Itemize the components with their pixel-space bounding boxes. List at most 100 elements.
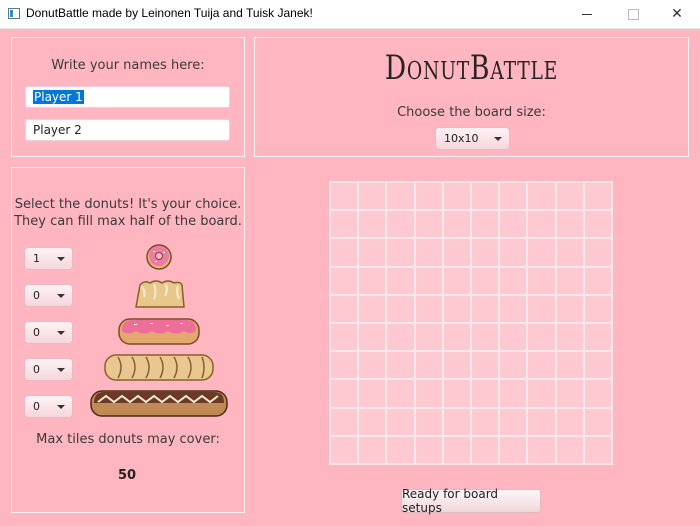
board-cell[interactable] <box>555 182 584 211</box>
board-cell[interactable] <box>499 238 528 267</box>
board-cell[interactable] <box>330 435 359 464</box>
board-cell[interactable] <box>583 407 612 436</box>
board-cell[interactable] <box>527 266 556 295</box>
board-cell[interactable] <box>330 351 359 380</box>
board-cell[interactable] <box>527 407 556 436</box>
board-cell[interactable] <box>555 407 584 436</box>
board-cell[interactable] <box>414 323 443 352</box>
board-cell[interactable] <box>583 294 612 323</box>
board-cell[interactable] <box>358 351 387 380</box>
board-cell[interactable] <box>555 323 584 352</box>
board-cell[interactable] <box>358 266 387 295</box>
board-cell[interactable] <box>583 351 612 380</box>
board-cell[interactable] <box>583 238 612 267</box>
board-cell[interactable] <box>471 407 500 436</box>
close-button[interactable]: ✕ <box>654 0 700 28</box>
board-cell[interactable] <box>499 266 528 295</box>
maximize-button[interactable] <box>610 0 656 28</box>
board-cell[interactable] <box>583 210 612 239</box>
board-cell[interactable] <box>471 182 500 211</box>
board-cell[interactable] <box>555 379 584 408</box>
board-cell[interactable] <box>330 323 359 352</box>
board-cell[interactable] <box>358 182 387 211</box>
board-cell[interactable] <box>386 210 415 239</box>
board-cell[interactable] <box>471 351 500 380</box>
board-cell[interactable] <box>442 435 471 464</box>
board-cell[interactable] <box>330 407 359 436</box>
board-cell[interactable] <box>471 210 500 239</box>
board-cell[interactable] <box>330 379 359 408</box>
board-cell[interactable] <box>583 182 612 211</box>
donut-count-select-4[interactable]: 0 <box>24 358 73 381</box>
board-cell[interactable] <box>527 294 556 323</box>
board-cell[interactable] <box>471 294 500 323</box>
board-cell[interactable] <box>527 379 556 408</box>
board-cell[interactable] <box>414 210 443 239</box>
board-cell[interactable] <box>527 351 556 380</box>
board-cell[interactable] <box>414 351 443 380</box>
board-cell[interactable] <box>471 238 500 267</box>
donut-count-select-2[interactable]: 0 <box>24 284 73 307</box>
board-cell[interactable] <box>527 238 556 267</box>
board-cell[interactable] <box>414 182 443 211</box>
board-cell[interactable] <box>414 238 443 267</box>
board-cell[interactable] <box>386 435 415 464</box>
board-cell[interactable] <box>499 407 528 436</box>
board-cell[interactable] <box>555 238 584 267</box>
board-cell[interactable] <box>358 407 387 436</box>
board-cell[interactable] <box>499 435 528 464</box>
board-cell[interactable] <box>499 182 528 211</box>
ready-for-setup-button[interactable]: Ready for board setups <box>401 487 541 515</box>
board-cell[interactable] <box>442 351 471 380</box>
board-cell[interactable] <box>583 379 612 408</box>
board-cell[interactable] <box>499 210 528 239</box>
board-cell[interactable] <box>442 182 471 211</box>
donut-count-select-5[interactable]: 0 <box>24 395 73 418</box>
board-cell[interactable] <box>358 323 387 352</box>
board-cell[interactable] <box>442 379 471 408</box>
board-cell[interactable] <box>386 351 415 380</box>
board-cell[interactable] <box>330 182 359 211</box>
board-cell[interactable] <box>471 435 500 464</box>
board-cell[interactable] <box>555 210 584 239</box>
board-cell[interactable] <box>414 379 443 408</box>
board-cell[interactable] <box>442 210 471 239</box>
player1-name-input[interactable]: Player 1 <box>25 86 230 108</box>
board-cell[interactable] <box>358 294 387 323</box>
board-cell[interactable] <box>555 266 584 295</box>
board-cell[interactable] <box>330 238 359 267</box>
board-cell[interactable] <box>499 379 528 408</box>
board-cell[interactable] <box>442 238 471 267</box>
donut-count-select-3[interactable]: 0 <box>24 321 73 344</box>
board-cell[interactable] <box>555 351 584 380</box>
board-cell[interactable] <box>527 210 556 239</box>
board-cell[interactable] <box>386 266 415 295</box>
minimize-button[interactable] <box>564 0 610 28</box>
board-cell[interactable] <box>358 238 387 267</box>
board-cell[interactable] <box>527 435 556 464</box>
board-cell[interactable] <box>442 266 471 295</box>
board-cell[interactable] <box>442 407 471 436</box>
board-cell[interactable] <box>386 238 415 267</box>
board-cell[interactable] <box>386 407 415 436</box>
board-cell[interactable] <box>471 379 500 408</box>
board-cell[interactable] <box>414 407 443 436</box>
board-cell[interactable] <box>527 323 556 352</box>
board-cell[interactable] <box>386 379 415 408</box>
board-cell[interactable] <box>386 323 415 352</box>
board-cell[interactable] <box>442 323 471 352</box>
board-cell[interactable] <box>442 294 471 323</box>
board-cell[interactable] <box>555 294 584 323</box>
board-cell[interactable] <box>499 351 528 380</box>
board-cell[interactable] <box>499 294 528 323</box>
board-cell[interactable] <box>330 294 359 323</box>
board-cell[interactable] <box>527 182 556 211</box>
board-cell[interactable] <box>386 182 415 211</box>
board-cell[interactable] <box>583 435 612 464</box>
board-cell[interactable] <box>414 294 443 323</box>
donut-count-select-1[interactable]: 1 <box>24 247 73 270</box>
board-cell[interactable] <box>583 266 612 295</box>
board-cell[interactable] <box>358 435 387 464</box>
board-cell[interactable] <box>386 294 415 323</box>
board-cell[interactable] <box>330 266 359 295</box>
